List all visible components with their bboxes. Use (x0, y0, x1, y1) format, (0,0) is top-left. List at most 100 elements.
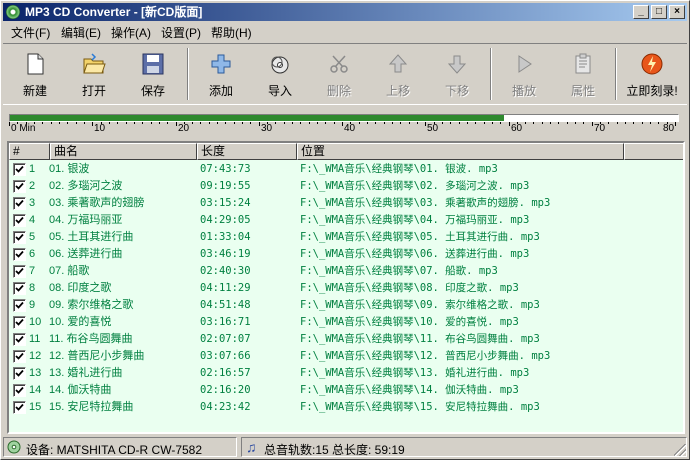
ruler-label: 20 (178, 123, 190, 134)
import-button[interactable]: 导入 (252, 46, 308, 102)
track-checkbox[interactable] (13, 197, 26, 210)
ruler-label: 0 Min (11, 123, 36, 134)
open-label: 打开 (81, 84, 106, 98)
track-checkbox[interactable] (13, 367, 26, 380)
track-checkbox[interactable] (13, 180, 26, 193)
track-checkbox[interactable] (13, 214, 26, 227)
ruler-minor-tick (34, 122, 35, 124)
track-row[interactable]: 5 05. 土耳其进行曲 01:33:04 F:\_WMA音乐\经典钢琴\05. 土耳… (9, 229, 683, 246)
new-button[interactable]: 新建 (7, 46, 63, 102)
ruler-minor-tick (26, 122, 27, 124)
track-checkbox[interactable] (13, 231, 26, 244)
track-path: F:\_WMA音乐\经典钢琴\13. 婚礼进行曲. mp3 (300, 367, 530, 379)
track-checkbox[interactable] (13, 333, 26, 346)
track-checkbox[interactable] (13, 316, 26, 329)
ruler-minor-tick (101, 122, 102, 124)
ruler-tick (342, 122, 343, 126)
column-header-name[interactable]: 曲名 (50, 143, 197, 160)
close-button[interactable]: × (669, 5, 685, 19)
track-row[interactable]: 14 14. 伽沃特曲 02:16:20 F:\_WMA音乐\经典钢琴\14. 伽沃特… (9, 382, 683, 399)
track-length: 03:16:71 (200, 316, 251, 328)
track-row[interactable]: 12 12. 普西尼小步舞曲 03:07:66 F:\_WMA音乐\经典钢琴\12. … (9, 348, 683, 365)
track-row[interactable]: 6 06. 送葬进行曲 03:46:19 F:\_WMA音乐\经典钢琴\06. 送葬进… (9, 246, 683, 263)
track-number: 10 (29, 316, 42, 328)
check-mark-icon (15, 335, 24, 343)
track-row[interactable]: 2 02. 多瑙河之波 09:19:55 F:\_WMA音乐\经典钢琴\02. 多瑙河… (9, 178, 683, 195)
track-row[interactable]: 8 08. 印度之歌 04:11:29 F:\_WMA音乐\经典钢琴\08. 印度之歌… (9, 280, 683, 297)
track-row[interactable]: 7 07. 船歌 02:40:30 F:\_WMA音乐\经典钢琴\07. 船歌. mp… (9, 263, 683, 280)
column-header-location[interactable]: 位置 (297, 143, 624, 160)
column-header-number[interactable]: # (9, 143, 50, 160)
track-path: F:\_WMA音乐\经典钢琴\05. 土耳其进行曲. mp3 (300, 231, 540, 243)
track-checkbox[interactable] (13, 401, 26, 414)
track-name: 04. 万福玛丽亚 (49, 214, 123, 226)
menu-settings[interactable]: 设置(P) (161, 25, 201, 41)
track-row[interactable]: 3 03. 乘著歌声的翅膀 03:15:24 F:\_WMA音乐\经典钢琴\03. 乘… (9, 195, 683, 212)
track-path: F:\_WMA音乐\经典钢琴\14. 伽沃特曲. mp3 (300, 384, 519, 396)
track-row[interactable]: 13 13. 婚礼进行曲 02:16:57 F:\_WMA音乐\经典钢琴\13. 婚礼… (9, 365, 683, 382)
move-up-button[interactable]: 上移 (370, 46, 426, 102)
ruler-minor-tick (550, 122, 551, 124)
delete-button[interactable]: 删除 (311, 46, 367, 102)
track-row[interactable]: 9 09. 索尔维格之歌 04:51:48 F:\_WMA音乐\经典钢琴\09. 索尔… (9, 297, 683, 314)
ruler-minor-tick (517, 122, 518, 124)
move-down-button[interactable]: 下移 (429, 46, 485, 102)
title-bar[interactable]: MP3 CD Converter - [新CD版面] _ □ × (3, 3, 687, 21)
track-checkbox[interactable] (13, 384, 26, 397)
track-name: 06. 送葬进行曲 (49, 248, 123, 260)
capacity-progress-bar (9, 114, 679, 122)
track-row[interactable]: 10 10. 爱的喜悦 03:16:71 F:\_WMA音乐\经典钢琴\10. 爱的喜… (9, 314, 683, 331)
track-list[interactable]: # 曲名 长度 位置 1 01. 银波 07:43:73 F:\_WMA音乐\经典钢琴… (7, 141, 685, 434)
save-label: 保存 (140, 84, 165, 98)
ruler-tick (259, 122, 260, 126)
burn-now-button[interactable]: 立即刻录! (621, 46, 683, 102)
open-button[interactable]: 打开 (66, 46, 122, 102)
ruler-minor-tick (500, 122, 501, 124)
track-path: F:\_WMA音乐\经典钢琴\04. 万福玛丽亚. mp3 (300, 214, 530, 226)
track-row[interactable]: 15 15. 安尼特拉舞曲 04:23:42 F:\_WMA音乐\经典钢琴\15. 安… (9, 399, 683, 416)
ruler-minor-tick (325, 122, 326, 124)
track-number: 15 (29, 401, 42, 413)
track-checkbox[interactable] (13, 299, 26, 312)
track-row[interactable]: 4 04. 万福玛丽亚 04:29:05 F:\_WMA音乐\经典钢琴\04. 万福玛… (9, 212, 683, 229)
properties-button[interactable]: 属性 (555, 46, 611, 102)
ruler-minor-tick (650, 122, 651, 124)
track-checkbox[interactable] (13, 282, 26, 295)
ruler-minor-tick (633, 122, 634, 124)
track-checkbox[interactable] (13, 163, 26, 176)
track-length: 03:46:19 (200, 248, 251, 260)
track-number: 13 (29, 367, 42, 379)
scissors-icon (330, 55, 348, 73)
ruler-minor-tick (442, 122, 443, 124)
track-checkbox[interactable] (13, 248, 26, 261)
play-icon (518, 55, 532, 73)
floppy-disk-icon (142, 53, 164, 75)
ruler-minor-tick (192, 122, 193, 124)
track-checkbox[interactable] (13, 350, 26, 363)
column-header-length[interactable]: 长度 (197, 143, 297, 160)
minimize-button[interactable]: _ (633, 5, 649, 19)
track-path: F:\_WMA音乐\经典钢琴\11. 布谷鸟圆舞曲. mp3 (300, 333, 540, 345)
menu-operate[interactable]: 操作(A) (111, 25, 151, 41)
track-checkbox[interactable] (13, 265, 26, 278)
ruler-minor-tick (142, 122, 143, 124)
track-number: 1 (29, 163, 36, 175)
add-button[interactable]: 添加 (193, 46, 249, 102)
resize-grip[interactable] (674, 444, 686, 456)
menu-edit[interactable]: 编辑(E) (61, 25, 101, 41)
menu-help[interactable]: 帮助(H) (211, 25, 252, 41)
move-up-label: 上移 (385, 84, 410, 98)
play-button[interactable]: 播放 (496, 46, 552, 102)
check-mark-icon (15, 233, 24, 241)
ruler-minor-tick (600, 122, 601, 124)
ruler-minor-tick (475, 122, 476, 124)
track-name: 14. 伽沃特曲 (49, 384, 112, 396)
check-mark-icon (15, 284, 24, 292)
burn-now-label: 立即刻录! (626, 84, 678, 98)
track-row[interactable]: 1 01. 银波 07:43:73 F:\_WMA音乐\经典钢琴\01. 银波. mp… (9, 161, 683, 178)
maximize-button[interactable]: □ (651, 5, 667, 19)
track-row[interactable]: 11 11. 布谷鸟圆舞曲 02:07:07 F:\_WMA音乐\经典钢琴\11. 布… (9, 331, 683, 348)
menu-file[interactable]: 文件(F) (11, 25, 50, 41)
ruler-minor-tick (558, 122, 559, 124)
save-button[interactable]: 保存 (125, 46, 181, 102)
